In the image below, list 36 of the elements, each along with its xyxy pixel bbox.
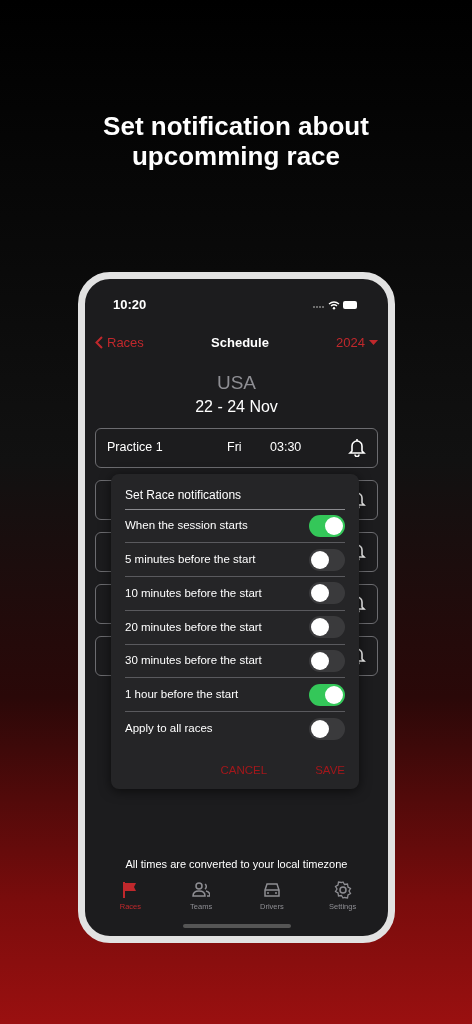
screen-title: Schedule <box>211 334 269 353</box>
country-name: USA <box>215 371 258 395</box>
status-icons <box>312 299 358 310</box>
dialog-title: Set Race notifications <box>125 479 345 510</box>
bell-icon[interactable] <box>348 438 366 458</box>
option-label: 10 minutes before the start <box>125 585 262 601</box>
session-name: Practice 1 <box>107 439 164 457</box>
toggle-switch[interactable] <box>309 649 345 672</box>
timezone-note: All times are converted to your local timezone <box>124 857 349 873</box>
session-row[interactable]: Practice 1 Fri 03:30 <box>95 427 378 468</box>
year-dropdown[interactable]: 2024 <box>336 333 378 353</box>
option-label: 1 hour before the start <box>125 686 239 702</box>
toggle-switch[interactable] <box>309 683 345 706</box>
status-time: 10:20 <box>113 296 147 315</box>
event-dates: 22 - 24 Nov <box>194 396 279 416</box>
session-time: 03:30 <box>270 439 302 457</box>
option-label: When the session starts <box>125 518 248 534</box>
toggle-switch[interactable] <box>309 582 345 605</box>
toggle-switch[interactable] <box>309 515 345 538</box>
dialog-button[interactable]: CANCEL <box>220 761 268 779</box>
option-label: Apply to all races <box>125 721 213 737</box>
option-label: 5 minutes before the start <box>125 552 256 568</box>
dialog-button[interactable]: SAVE <box>315 761 345 779</box>
settings-icon <box>333 880 352 899</box>
headline: Set notification about upcomming race <box>102 110 370 172</box>
people-icon <box>192 880 211 899</box>
option-label: 20 minutes before the start <box>125 619 262 635</box>
toggle-switch[interactable] <box>309 548 345 571</box>
toggle-switch[interactable] <box>309 717 345 740</box>
session-day: Fri <box>227 438 270 458</box>
car-icon <box>262 880 281 899</box>
caret-down-icon <box>369 339 378 346</box>
chevron-left-icon <box>95 336 103 350</box>
toggle-switch[interactable] <box>309 616 345 639</box>
back-link[interactable]: Races <box>95 333 144 353</box>
option-label: 30 minutes before the start <box>125 653 262 669</box>
